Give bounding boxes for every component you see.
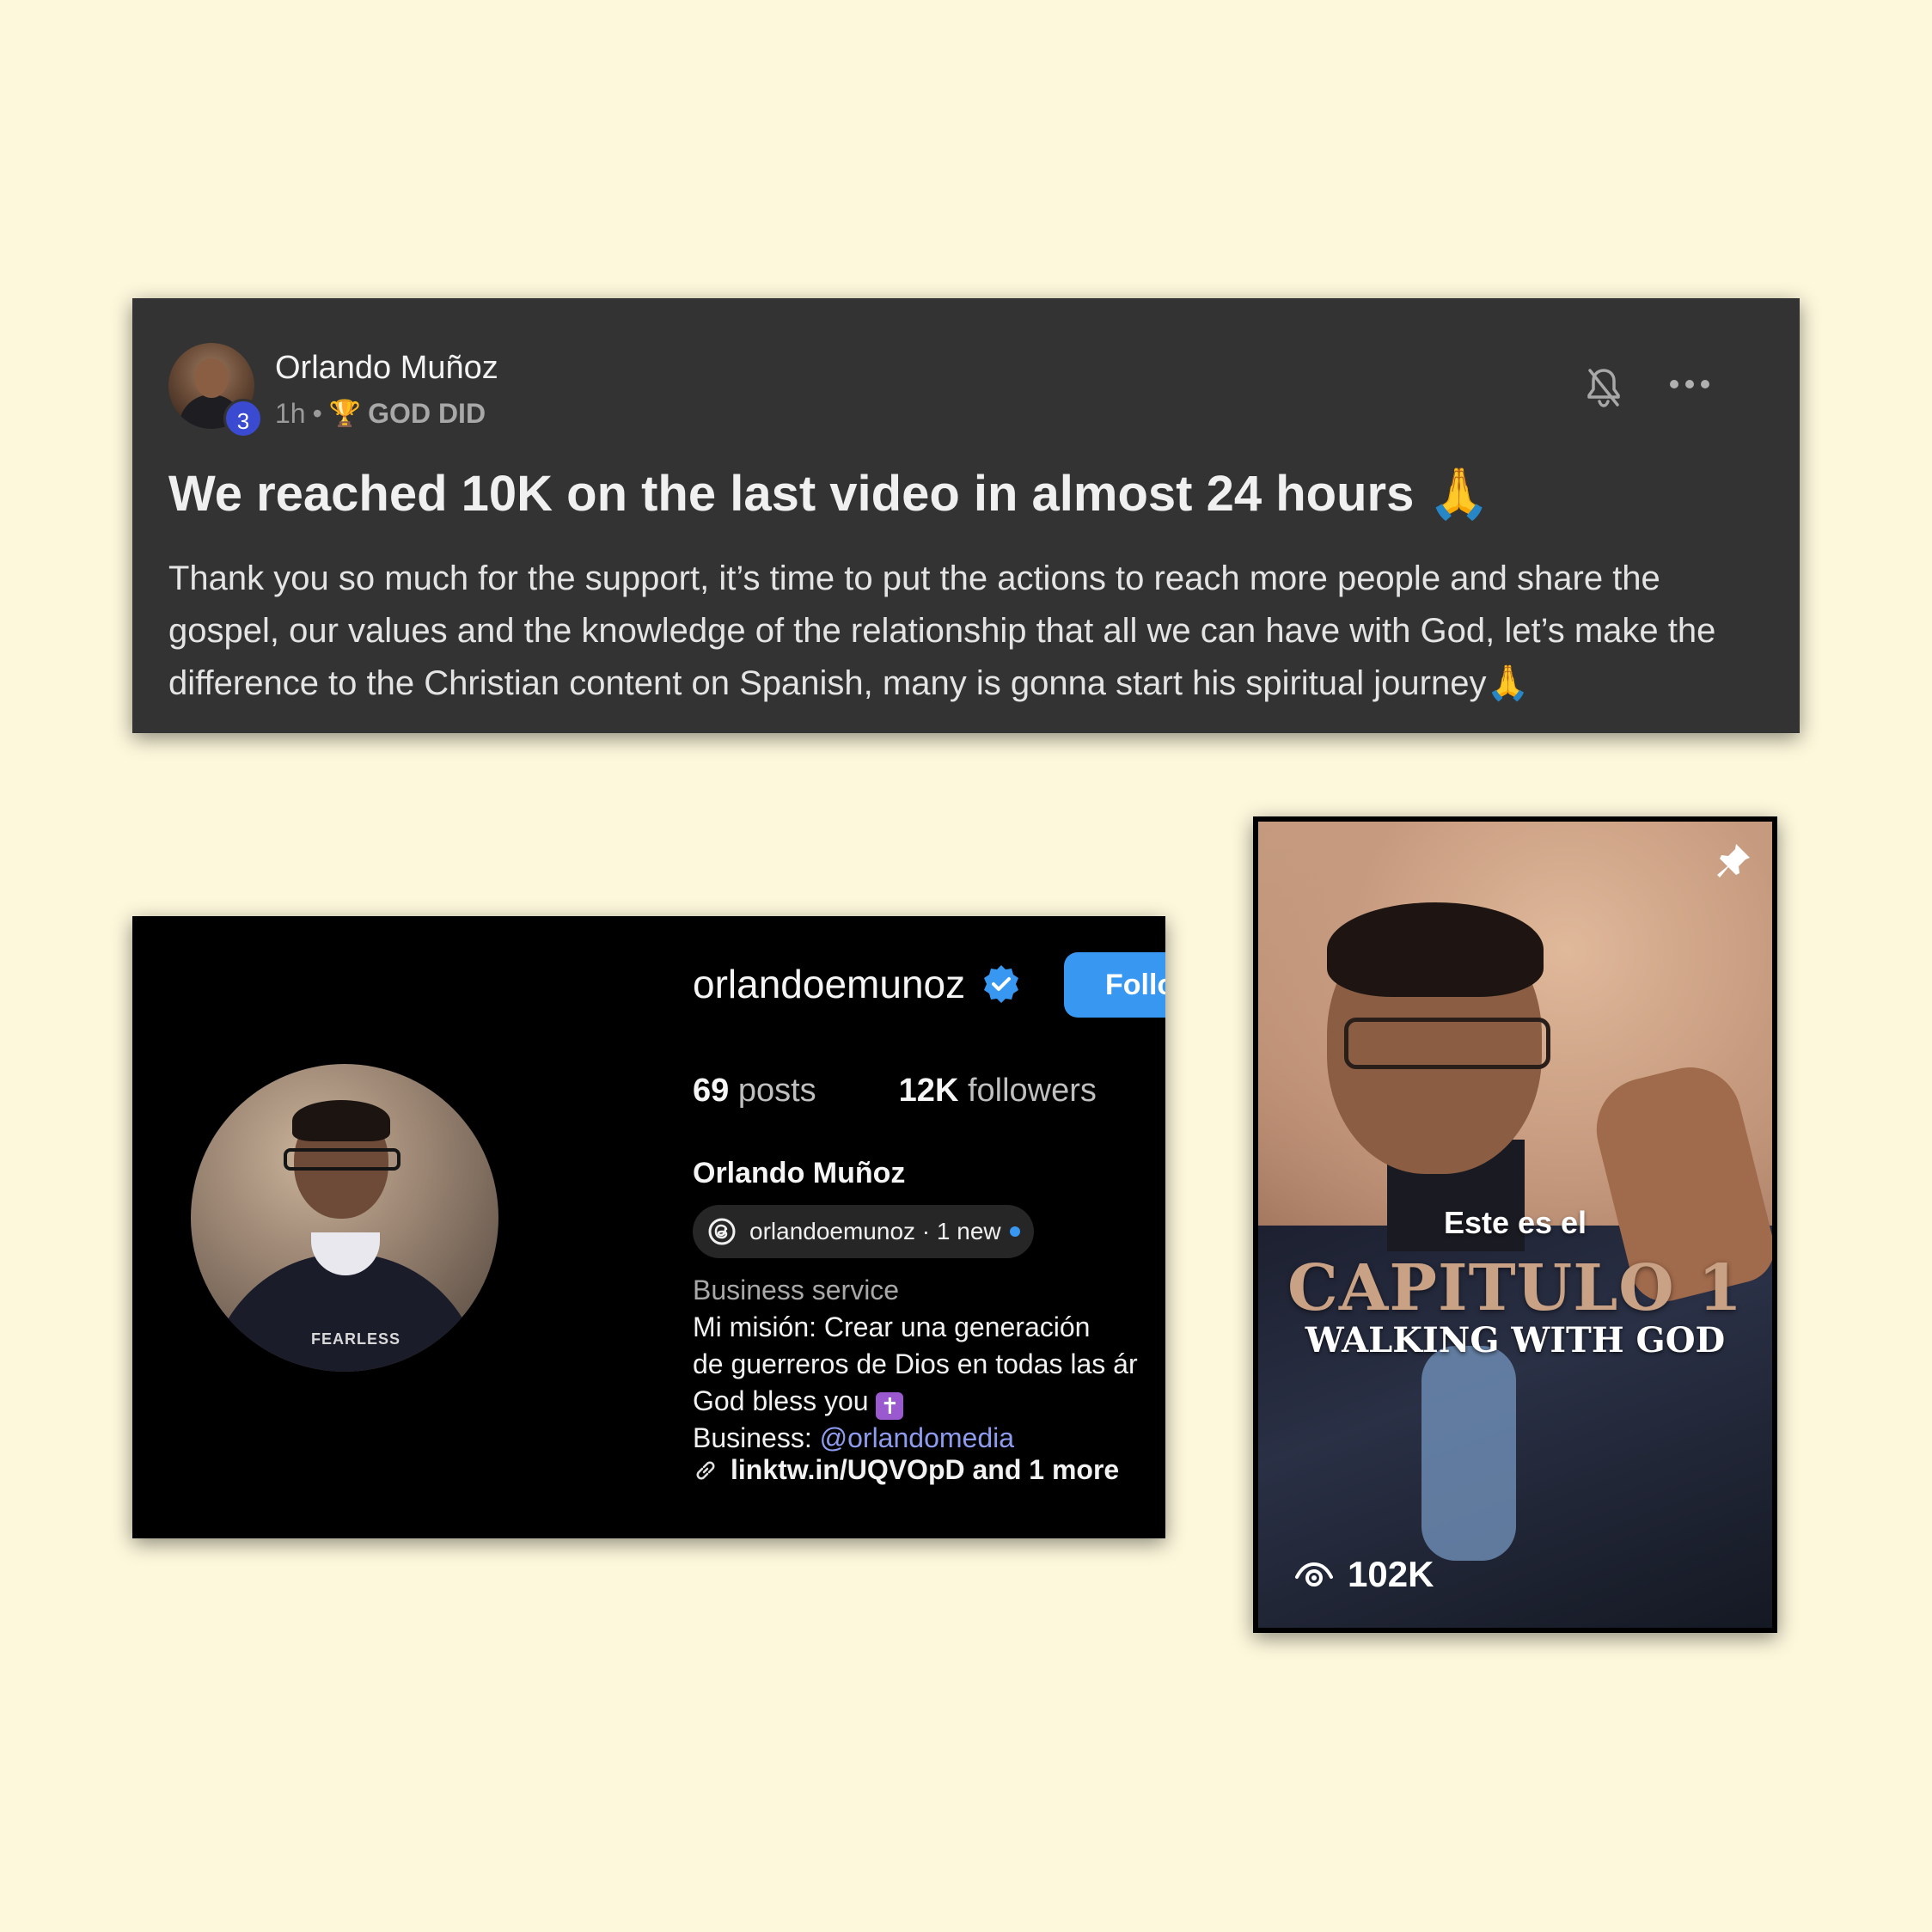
- meta-separator: •: [312, 398, 322, 429]
- post-body: Thank you so much for the support, it’s …: [168, 559, 1716, 702]
- trophy-icon: 🏆: [328, 400, 362, 428]
- bio-link-text: linktw.in/UQVOpD and 1 more: [731, 1454, 1120, 1485]
- video-caption-chapter: CAPITULO 1: [1287, 1251, 1743, 1325]
- video-hair: [1327, 902, 1544, 997]
- profile-handle: orlandoemunoz: [693, 962, 966, 1006]
- eye-icon: [1295, 1562, 1333, 1587]
- view-count: 102K: [1348, 1554, 1434, 1594]
- bell-off-icon[interactable]: [1583, 365, 1624, 410]
- more-horizontal-icon[interactable]: [1669, 376, 1710, 393]
- video-jacket-highlight: [1421, 1346, 1516, 1561]
- posts-label: posts: [737, 1073, 816, 1109]
- bio-line-1: Mi misión: Crear una generación: [693, 1311, 1091, 1342]
- threads-link-pill[interactable]: orlandoemunoz · 1 new: [693, 1205, 1034, 1258]
- bio-line-3-row: God bless you ✝: [693, 1383, 1165, 1420]
- video-glasses: [1344, 1018, 1550, 1069]
- handle-row: orlandoemunoz: [693, 961, 1022, 1007]
- view-count-row: 102K: [1294, 1554, 1434, 1595]
- profile-bio: Business service Mi misión: Crear una ge…: [693, 1272, 1165, 1457]
- post-author-name[interactable]: Orlando Muñoz: [275, 350, 498, 387]
- post-badge-label: GOD DID: [368, 398, 486, 429]
- new-indicator-dot: [1009, 1226, 1020, 1237]
- followers-count: 12K: [898, 1073, 959, 1109]
- profile-category: Business service: [693, 1275, 900, 1305]
- profile-full-name: Orlando Muñoz: [693, 1157, 906, 1189]
- photo-glasses: [284, 1148, 400, 1171]
- video-caption-subtitle: WALKING WITH GOD: [1305, 1320, 1726, 1360]
- level-badge: 3: [223, 399, 263, 438]
- shirt-text: FEARLESS: [311, 1330, 401, 1348]
- latin-cross-icon: ✝: [876, 1392, 904, 1420]
- follow-button[interactable]: Follo: [1064, 952, 1165, 1018]
- bio-link-row[interactable]: linktw.in/UQVOpD and 1 more: [693, 1454, 1119, 1486]
- threads-label: orlandoemunoz · 1 new: [749, 1218, 1001, 1244]
- post-time: 1h: [275, 398, 306, 429]
- profile-stats: 69 posts 12K followers: [693, 1073, 1097, 1110]
- instagram-profile-card: FEARLESS orlandoemunoz Follo 69 posts 12…: [132, 916, 1165, 1538]
- profile-picture[interactable]: FEARLESS: [191, 1064, 498, 1372]
- threads-icon: [708, 1218, 736, 1245]
- posts-stat[interactable]: 69 posts: [693, 1073, 816, 1110]
- bio-line-2: de guerreros de Dios en todas las ár: [693, 1348, 1138, 1379]
- business-mention-link[interactable]: @orlandomedia: [820, 1422, 1014, 1453]
- video-frame: Este es el CAPITULO 1 WALKING WITH GOD 1…: [1258, 822, 1772, 1628]
- business-row: Business: @orlandomedia: [693, 1420, 1165, 1457]
- followers-stat[interactable]: 12K followers: [899, 1073, 1097, 1110]
- pin-icon: [1717, 844, 1750, 877]
- video-caption-intro: Este es el: [1443, 1205, 1587, 1240]
- bio-line-3: God bless you: [693, 1385, 869, 1416]
- post-title: We reached 10K on the last video in almo…: [168, 466, 1490, 522]
- avatar-face: [194, 358, 229, 398]
- followers-label: followers: [967, 1073, 1097, 1109]
- verified-badge-icon: [984, 965, 1019, 1003]
- link-icon: [696, 1461, 715, 1479]
- pinned-video-thumbnail[interactable]: Este es el CAPITULO 1 WALKING WITH GOD 1…: [1253, 816, 1777, 1633]
- photo-hair: [292, 1100, 390, 1141]
- community-post-card[interactable]: 3 Orlando Muñoz 1h • 🏆 GOD DID We reache…: [132, 298, 1800, 733]
- post-meta: 1h • 🏆 GOD DID: [275, 398, 486, 430]
- business-label: Business:: [693, 1422, 812, 1453]
- posts-count: 69: [693, 1073, 730, 1109]
